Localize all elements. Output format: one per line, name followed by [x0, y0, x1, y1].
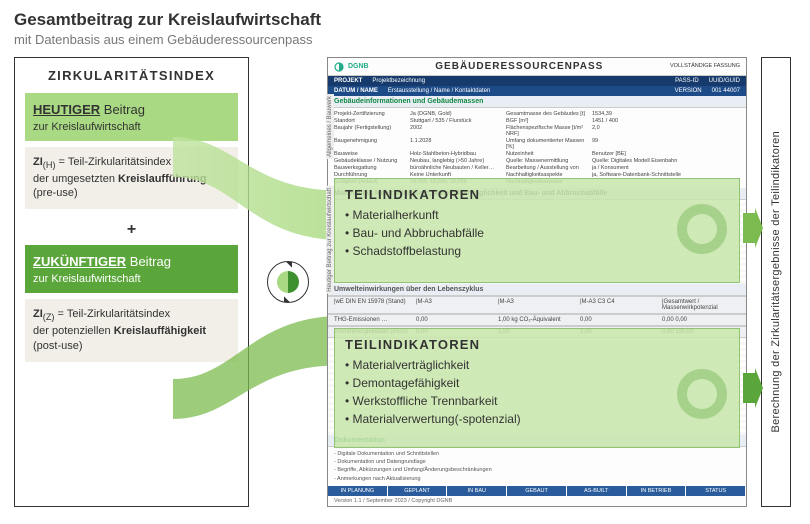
env-thg-row: THG-Emissionen …0,001,00 kg CO₂-Äquivale… [328, 314, 746, 326]
overlay-indicators-bottom: TEILINDIKATOREN MaterialverträglichkeitD… [334, 328, 740, 448]
donut-icon [677, 369, 727, 419]
ov1-list: MaterialherkunftBau- und AbbruchabfälleS… [345, 206, 729, 260]
zi-h-formula: ZI(H) = Teil-Zirkularitätsindex der umge… [25, 147, 238, 209]
cycle-connector [263, 57, 313, 507]
ov2-list: MaterialverträglichkeitDemontagefähigkei… [345, 356, 729, 428]
plus-symbol: + [25, 221, 238, 239]
dgnb-logo-icon [334, 62, 344, 72]
today-sub: zur Kreislaufwirtschaft [33, 121, 230, 133]
donut-icon [677, 204, 727, 254]
overlay-indicators-top: TEILINDIKATOREN MaterialherkunftBau- und… [334, 178, 740, 283]
future-card: ZUKÜNFTIGER Beitrag zur Kreislaufwirtsch… [25, 245, 238, 293]
ov1-title: TEILINDIKATOREN [345, 187, 729, 202]
doc-version-tag: VOLLSTÄNDIGE FASSUNG [670, 64, 740, 70]
arrow-right-icon [743, 368, 763, 408]
right-vertical-label: Berechnung der Zirkularitätsergebnisse d… [770, 131, 782, 433]
env-header-row: |wE DIN EN 15978 (Stand)|M-A3|M-A3|M-A3 … [328, 296, 746, 314]
status-bar: IN PLANUNGGEPLANTIN BAUGEBAUTAS-BUILTIN … [328, 486, 746, 496]
today-card: HEUTIGER Beitrag zur Kreislaufwirtschaft [25, 93, 238, 141]
doc-bar-project: PROJEKTProjektbezeichnungPASS-IDUUID/GUI… [328, 76, 746, 86]
calculation-panel: Berechnung der Zirkularitätsergebnisse d… [761, 57, 791, 507]
doc-sec-building-info: Gebäudeinformationen und Gebäudemassen [328, 96, 746, 108]
side-label-general: Allgemeines / Bauwerk [326, 94, 334, 159]
resource-pass-document: DGNB GEBÄUDERESSOURCENPASS VOLLSTÄNDIGE … [327, 57, 747, 507]
today-bold: HEUTIGER [33, 102, 100, 117]
page-subtitle: mit Datenbasis aus einem Gebäuderessourc… [14, 32, 796, 47]
cycle-icon [267, 261, 309, 303]
today-reg: Beitrag [100, 102, 145, 117]
arrow-right-icon [743, 208, 763, 248]
ov2-title: TEILINDIKATOREN [345, 337, 729, 352]
building-info-grid: Projekt-ZertifizierungJa (DGNB, Gold)Ges… [328, 108, 746, 188]
dgnb-logo-text: DGNB [348, 63, 369, 70]
future-bold: ZUKÜNFTIGER [33, 254, 126, 269]
doc-sec-environment: Umwelteinwirkungen über den Lebenszyklus [328, 284, 746, 296]
future-sub: zur Kreislaufwirtschaft [33, 273, 230, 285]
doc-bar-date: DATUM / NAMEErstausstellung / Name / Kon… [328, 86, 746, 96]
zi-z-formula: ZI(Z) = Teil-Zirkularitätsindex der pote… [25, 299, 238, 361]
side-label-today: Heutiger Beitrag zur Kreislaufwirtschaft [326, 186, 334, 294]
future-reg: Beitrag [126, 254, 171, 269]
left-heading: ZIRKULARITÄTSINDEX [25, 68, 238, 83]
page-title: Gesamtbeitrag zur Kreislaufwirtschaft [14, 10, 796, 30]
doc-title: GEBÄUDERESSOURCENPASS [369, 61, 670, 72]
zirkularitaetsindex-panel: ZIRKULARITÄTSINDEX HEUTIGER Beitrag zur … [14, 57, 249, 507]
doc-item-list: - Digitale Dokumentation und Schnittstel… [328, 447, 746, 486]
doc-version-line: Version 1.1 / September 2023 / Copyright… [328, 496, 746, 506]
